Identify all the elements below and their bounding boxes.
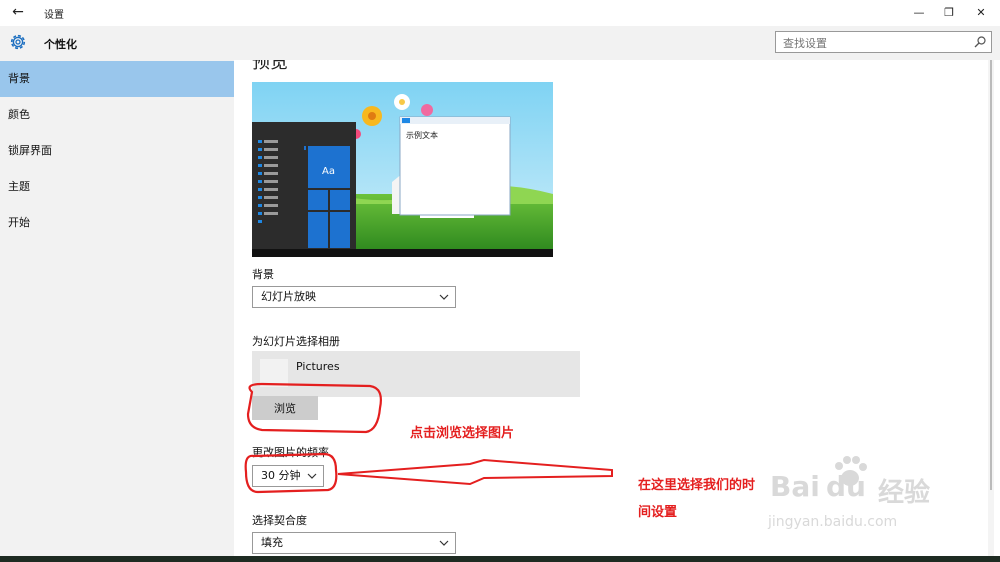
baidu-watermark: Bai du 经验 jingyan.baidu.com — [760, 452, 970, 542]
watermark-brand-2: du — [826, 470, 866, 503]
taskbar — [0, 556, 1000, 562]
watermark-cn: 经验 — [878, 478, 931, 508]
watermark-brand: Bai — [770, 470, 820, 503]
annotation-arrow — [337, 458, 613, 486]
frequency-highlight — [244, 452, 338, 494]
annotation-time-note-1: 在这里选择我们的时 — [638, 478, 756, 493]
annotation-browse-note: 点击浏览选择图片 — [410, 426, 515, 441]
annotation-time-note-2: 间设置 — [638, 505, 678, 520]
browse-highlight — [246, 382, 382, 434]
watermark-url: jingyan.baidu.com — [768, 514, 898, 530]
